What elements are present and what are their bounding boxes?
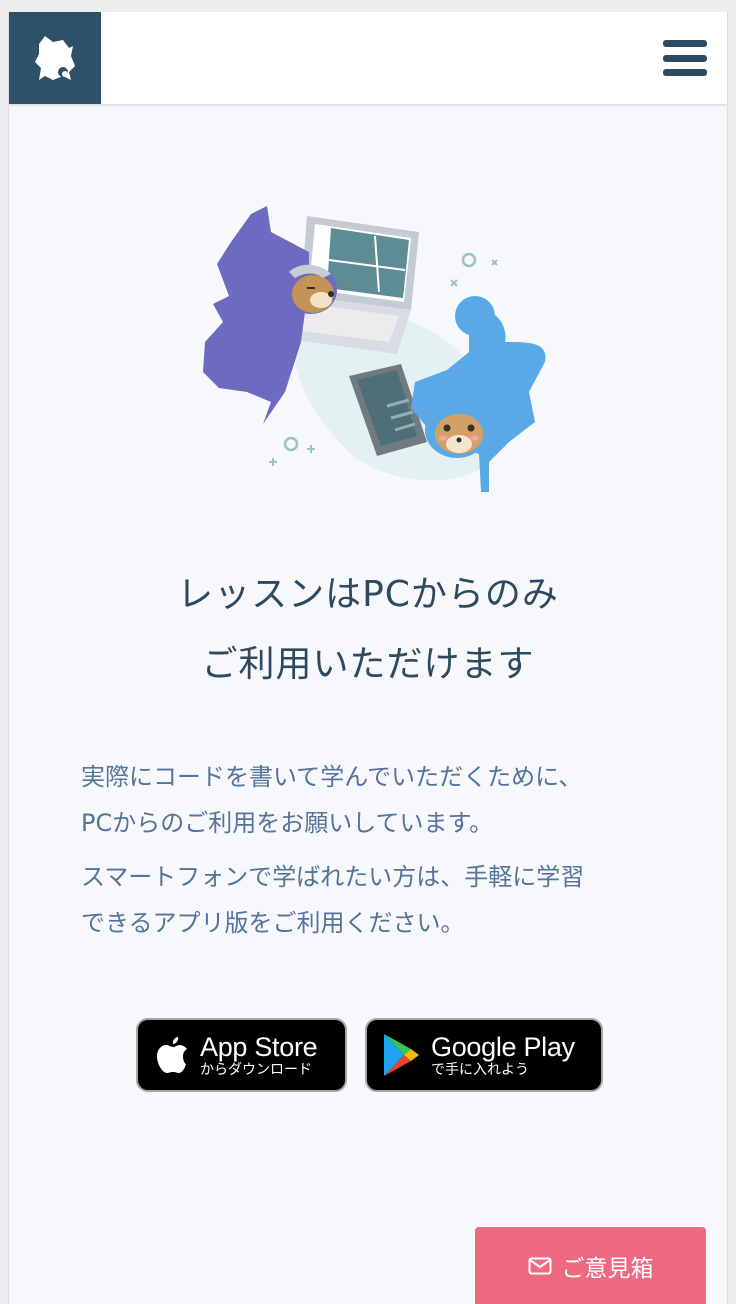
google-play-button[interactable]: Google Play で手に入れよう bbox=[365, 1018, 603, 1092]
ninja-dogs-coding-illustration bbox=[203, 206, 546, 492]
header bbox=[9, 12, 727, 104]
feedback-button[interactable]: ご意見箱 bbox=[475, 1227, 706, 1304]
desc-line-4: できるアプリ版をご利用ください。 bbox=[81, 909, 465, 937]
ninja-dog-logo-icon bbox=[35, 36, 75, 80]
google-play-sublabel: で手に入れよう bbox=[431, 1062, 529, 1078]
desc-line-3: スマートフォンで学ばれたい方は、手軽に学習 bbox=[81, 863, 585, 891]
page-title: レッスンはPCからのみ ご利用いただけます bbox=[9, 560, 727, 700]
desc-line-1: 実際にコードを書いて学んでいただくために、 bbox=[81, 763, 583, 791]
google-play-icon bbox=[384, 1034, 419, 1076]
hamburger-menu-icon[interactable] bbox=[663, 40, 707, 76]
apple-icon bbox=[157, 1037, 187, 1073]
title-line-1: レッスンはPCからのみ bbox=[177, 574, 559, 615]
desc-line-2: PCからのご利用をお願いしています。 bbox=[81, 809, 494, 837]
google-play-label: Google Play bbox=[431, 1032, 575, 1062]
app-store-label: App Store bbox=[200, 1032, 318, 1062]
envelope-icon bbox=[528, 1257, 551, 1274]
app-store-button[interactable]: App Store からダウンロード bbox=[136, 1018, 347, 1092]
title-line-2: ご利用いただけます bbox=[201, 644, 535, 685]
logo[interactable] bbox=[9, 12, 101, 104]
store-badges: App Store からダウンロード Google Play で手に入れよう bbox=[136, 1018, 603, 1092]
feedback-label: ご意見箱 bbox=[561, 1255, 654, 1282]
page-frame: レッスンはPCからのみ ご利用いただけます 実際にコードを書いて学んでいただくた… bbox=[8, 12, 728, 1304]
description: 実際にコードを書いて学んでいただくために、 PCからのご利用をお願いしています。… bbox=[81, 754, 681, 954]
app-store-sublabel: からダウンロード bbox=[200, 1062, 312, 1078]
